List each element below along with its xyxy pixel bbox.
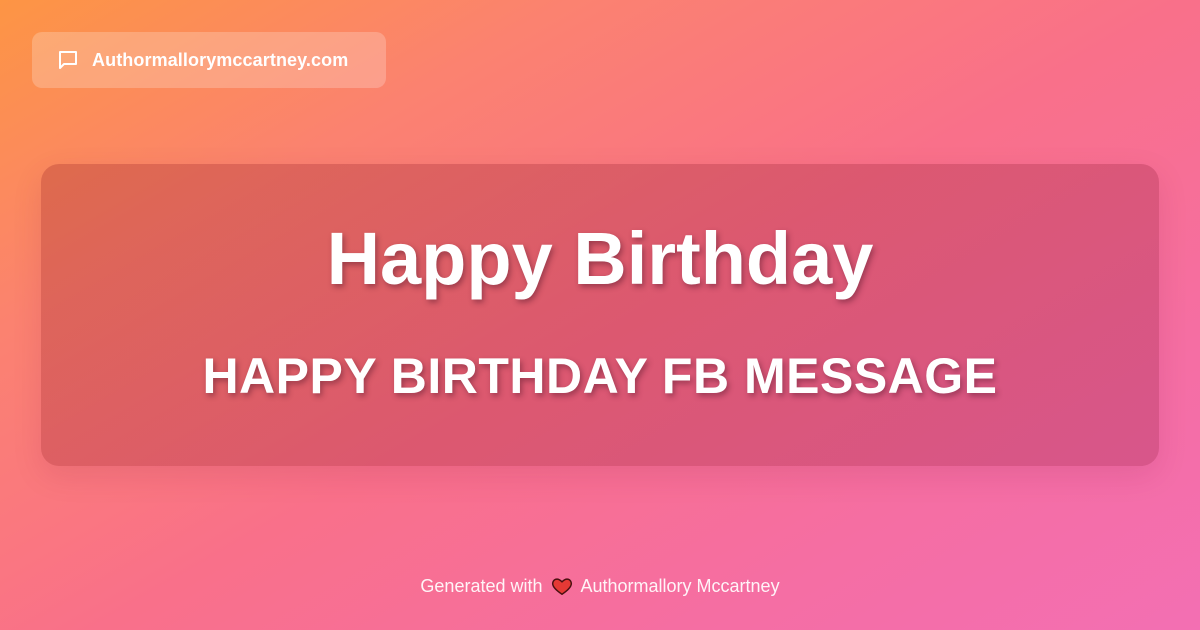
card-title: Happy Birthday bbox=[326, 217, 874, 300]
site-badge[interactable]: Authormallorymccartney.com bbox=[32, 32, 386, 88]
footer-prefix: Generated with bbox=[420, 575, 543, 596]
footer-author[interactable]: Authormallory Mccartney bbox=[581, 576, 780, 597]
site-name: Authormallorymccartney.com bbox=[92, 49, 349, 70]
footer-credit: Generated with Authormallory Mccartney bbox=[0, 575, 1200, 597]
heart-icon bbox=[551, 575, 573, 597]
chat-bubble-icon bbox=[56, 48, 80, 72]
message-card: Happy Birthday HAPPY BIRTHDAY FB MESSAGE bbox=[41, 164, 1159, 466]
card-subtitle: HAPPY BIRTHDAY FB MESSAGE bbox=[202, 348, 998, 404]
